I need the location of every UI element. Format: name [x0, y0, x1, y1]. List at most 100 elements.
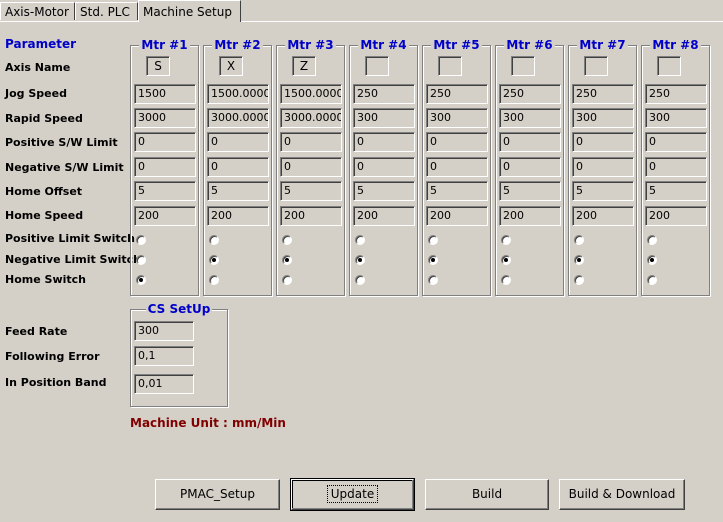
- motor-7-positive-switch-radio[interactable]: [574, 235, 584, 245]
- motor-6-home-offset-input[interactable]: 5: [499, 181, 561, 201]
- motor-3-jog-speed-input[interactable]: 1500.0000: [280, 84, 342, 104]
- motor-8-rapid-speed-input[interactable]: 300: [645, 108, 707, 128]
- motor-4-negative-switch-radio[interactable]: [355, 255, 365, 265]
- motor-6-title: Mtr #6: [504, 38, 555, 52]
- motor-8-title: Mtr #8: [650, 38, 701, 52]
- motor-5-home-switch-radio[interactable]: [428, 275, 438, 285]
- motor-5-jog-speed-input[interactable]: 250: [426, 84, 488, 104]
- motor-1-jog-speed-input[interactable]: 1500: [134, 84, 196, 104]
- motor-8-negative-switch-radio[interactable]: [647, 255, 657, 265]
- motor-8-positive-sw-limit-input[interactable]: 0: [645, 132, 707, 152]
- motor-3-home-offset-input[interactable]: 5: [280, 181, 342, 201]
- motor-7-positive-sw-limit-input[interactable]: 0: [572, 132, 634, 152]
- motor-5-home-offset-input[interactable]: 5: [426, 181, 488, 201]
- feed-rate-input[interactable]: 300: [134, 321, 194, 341]
- motor-6-positive-sw-limit-input[interactable]: 0: [499, 132, 561, 152]
- label-feed-rate: Feed Rate: [5, 325, 68, 338]
- motor-4-home-speed-input[interactable]: 200: [353, 206, 415, 226]
- motor-3-home-switch-radio[interactable]: [282, 275, 292, 285]
- motor-5-title: Mtr #5: [431, 38, 482, 52]
- motor-3-negative-sw-limit-input[interactable]: 0: [280, 157, 342, 177]
- motor-6-positive-switch-radio[interactable]: [501, 235, 511, 245]
- build-button[interactable]: Build: [425, 479, 549, 510]
- motor-4-positive-switch-radio[interactable]: [355, 235, 365, 245]
- tab-machine-setup[interactable]: Machine Setup: [138, 0, 241, 22]
- motor-7-home-switch-radio[interactable]: [574, 275, 584, 285]
- motor-3-title: Mtr #3: [285, 38, 336, 52]
- motor-6-home-switch-radio[interactable]: [501, 275, 511, 285]
- motor-8-negative-sw-limit-input[interactable]: 0: [645, 157, 707, 177]
- motor-2-title-wrap: Mtr #2: [204, 37, 271, 53]
- following-error-input[interactable]: 0,1: [134, 346, 194, 366]
- motor-3-rapid-speed-input[interactable]: 3000.0000: [280, 108, 342, 128]
- motor-2-home-switch-radio[interactable]: [209, 275, 219, 285]
- motor-2-jog-speed-input[interactable]: 1500.0000: [207, 84, 269, 104]
- motor-2-negative-sw-limit-input[interactable]: 0: [207, 157, 269, 177]
- motor-5-home-speed-input[interactable]: 200: [426, 206, 488, 226]
- motor-2-axis-name-input[interactable]: X: [219, 56, 243, 76]
- motor-7-rapid-speed-input[interactable]: 300: [572, 108, 634, 128]
- motor-4-jog-speed-input[interactable]: 250: [353, 84, 415, 104]
- motor-6-title-wrap: Mtr #6: [496, 37, 563, 53]
- label-negative-sw-limit: Negative S/W Limit: [5, 161, 124, 174]
- motor-3-home-speed-input[interactable]: 200: [280, 206, 342, 226]
- tab-axis-motor[interactable]: Axis-Motor: [0, 2, 75, 20]
- motor-4-home-switch-radio[interactable]: [355, 275, 365, 285]
- motor-8-axis-name-input[interactable]: [657, 56, 681, 76]
- motor-8-home-switch-radio[interactable]: [647, 275, 657, 285]
- motor-5-rapid-speed-input[interactable]: 300: [426, 108, 488, 128]
- label-in-position-band: In Position Band: [5, 376, 107, 389]
- motor-4-negative-sw-limit-input[interactable]: 0: [353, 157, 415, 177]
- motor-1-positive-sw-limit-input[interactable]: 0: [134, 132, 196, 152]
- motor-2-home-offset-input[interactable]: 5: [207, 181, 269, 201]
- motor-2-positive-switch-radio[interactable]: [209, 235, 219, 245]
- motor-5-positive-switch-radio[interactable]: [428, 235, 438, 245]
- motor-3-positive-sw-limit-input[interactable]: 0: [280, 132, 342, 152]
- motor-6-home-speed-input[interactable]: 200: [499, 206, 561, 226]
- motor-6-negative-switch-radio[interactable]: [501, 255, 511, 265]
- motor-5-axis-name-input[interactable]: [438, 56, 462, 76]
- motor-2-positive-sw-limit-input[interactable]: 0: [207, 132, 269, 152]
- motor-2-home-speed-input[interactable]: 200: [207, 206, 269, 226]
- motor-3-axis-name-input[interactable]: Z: [292, 56, 316, 76]
- motor-6-negative-sw-limit-input[interactable]: 0: [499, 157, 561, 177]
- motor-1-rapid-speed-input[interactable]: 3000: [134, 108, 196, 128]
- motor-1-home-offset-input[interactable]: 5: [134, 181, 196, 201]
- motor-6-axis-name-input[interactable]: [511, 56, 535, 76]
- in-position-band-input[interactable]: 0,01: [134, 374, 194, 394]
- motor-2-negative-switch-radio[interactable]: [209, 255, 219, 265]
- motor-6-jog-speed-input[interactable]: 250: [499, 84, 561, 104]
- motor-5-negative-switch-radio[interactable]: [428, 255, 438, 265]
- motor-4-positive-sw-limit-input[interactable]: 0: [353, 132, 415, 152]
- motor-3-negative-switch-radio[interactable]: [282, 255, 292, 265]
- motor-5-title-wrap: Mtr #5: [423, 37, 490, 53]
- update-button[interactable]: Update: [290, 478, 415, 511]
- motor-7-negative-sw-limit-input[interactable]: 0: [572, 157, 634, 177]
- motor-8-home-speed-input[interactable]: 200: [645, 206, 707, 226]
- motor-1-home-switch-radio[interactable]: [136, 275, 146, 285]
- motor-1-home-speed-input[interactable]: 200: [134, 206, 196, 226]
- motor-4-axis-name-input[interactable]: [365, 56, 389, 76]
- motor-2-rapid-speed-input[interactable]: 3000.0000: [207, 108, 269, 128]
- motor-8-jog-speed-input[interactable]: 250: [645, 84, 707, 104]
- pmac-setup-button[interactable]: PMAC_Setup: [155, 479, 280, 510]
- motor-1-negative-sw-limit-input[interactable]: 0: [134, 157, 196, 177]
- motor-7-axis-name-input[interactable]: [584, 56, 608, 76]
- motor-7-jog-speed-input[interactable]: 250: [572, 84, 634, 104]
- motor-8-home-offset-input[interactable]: 5: [645, 181, 707, 201]
- motor-1-negative-switch-radio[interactable]: [136, 255, 146, 265]
- motor-4-rapid-speed-input[interactable]: 300: [353, 108, 415, 128]
- motor-3-positive-switch-radio[interactable]: [282, 235, 292, 245]
- motor-1-axis-name-input[interactable]: S: [146, 56, 170, 76]
- motor-7-home-speed-input[interactable]: 200: [572, 206, 634, 226]
- motor-5-negative-sw-limit-input[interactable]: 0: [426, 157, 488, 177]
- motor-7-home-offset-input[interactable]: 5: [572, 181, 634, 201]
- motor-7-negative-switch-radio[interactable]: [574, 255, 584, 265]
- motor-6-rapid-speed-input[interactable]: 300: [499, 108, 561, 128]
- motor-1-positive-switch-radio[interactable]: [136, 235, 146, 245]
- motor-4-home-offset-input[interactable]: 5: [353, 181, 415, 201]
- tab-std-plc[interactable]: Std. PLC: [75, 2, 138, 20]
- motor-8-positive-switch-radio[interactable]: [647, 235, 657, 245]
- build-download-button[interactable]: Build & Download: [559, 479, 685, 510]
- motor-5-positive-sw-limit-input[interactable]: 0: [426, 132, 488, 152]
